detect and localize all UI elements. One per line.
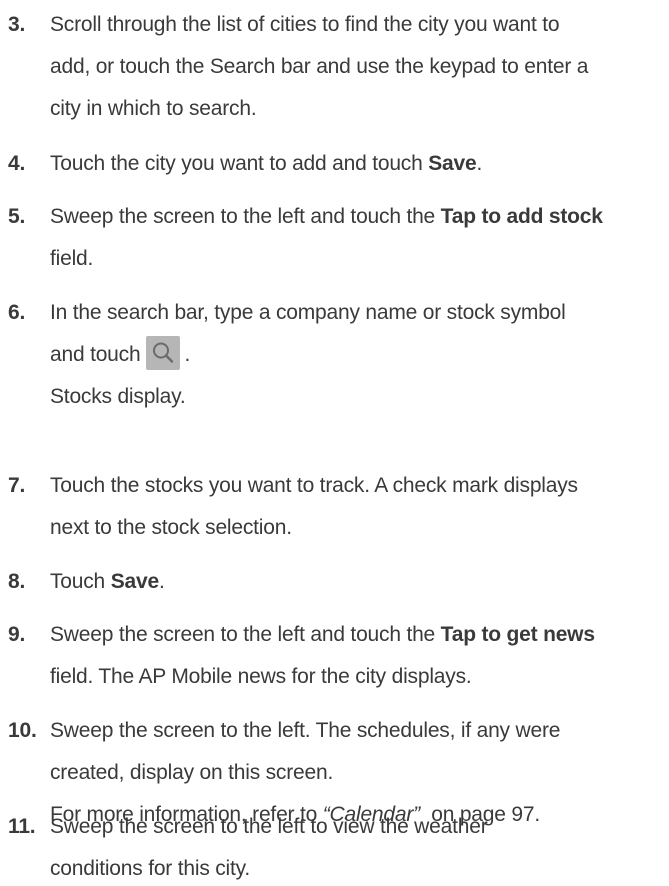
search-icon	[146, 336, 181, 371]
step-line: add, or touch the Search bar and use the…	[50, 55, 589, 78]
step-line: Sweep the screen to the left. The schedu…	[50, 719, 561, 742]
step-number: 11.	[8, 815, 36, 838]
save-label: Save	[110, 570, 159, 593]
save-label: Save	[428, 152, 477, 175]
step-line: created, display on this screen.	[50, 761, 334, 784]
step-number: 7.	[8, 474, 26, 497]
step-text: In the search bar, type a company name o…	[50, 295, 665, 414]
step-text-plain: .	[184, 343, 191, 366]
step-line: Sweep the screen to the left to view the…	[50, 815, 488, 838]
step-text: Sweep the screen to the left to view the…	[50, 809, 665, 886]
tap-to-add-stock-label: Tap to add stock	[440, 205, 603, 228]
tap-to-get-news-label: Tap to get news	[440, 623, 595, 646]
step-text-plain: .	[476, 152, 483, 175]
step-text-plain: .	[158, 570, 165, 593]
step-line: next to the stock selection.	[50, 516, 292, 539]
step-text-plain: Sweep the screen to the left and touch t…	[50, 205, 441, 228]
step-text: Touch the stocks you want to track. A ch…	[50, 468, 665, 545]
step-text: Scroll through the list of cities to fin…	[50, 7, 665, 126]
step-number: 8.	[8, 570, 26, 593]
step-text-plain: Touch	[50, 570, 111, 593]
step-number: 10.	[8, 719, 37, 742]
step-line: Touch the stocks you want to track. A ch…	[50, 474, 578, 497]
step-number: 5.	[8, 205, 26, 228]
step-text: Sweep the screen to the left and touch t…	[50, 199, 665, 276]
step-line: Scroll through the list of cities to fin…	[50, 13, 560, 36]
step-number: 4.	[8, 152, 26, 175]
step-line: conditions for this city.	[50, 857, 251, 880]
step-number: 9.	[8, 623, 26, 646]
step-line: field. The AP Mobile news for the city d…	[50, 665, 472, 688]
step-text-plain: Sweep the screen to the left and touch t…	[50, 623, 441, 646]
instructions-document: 3. Scroll through the list of cities to …	[0, 0, 669, 880]
step-text-plain: Touch the city you want to add and touch	[50, 152, 429, 175]
step-number: 6.	[8, 301, 26, 324]
step-number: 3.	[8, 13, 26, 36]
step-text: Touch the city you want to add and touch…	[50, 146, 665, 181]
step-line: Stocks display.	[50, 385, 186, 408]
step-line: city in which to search.	[50, 97, 257, 120]
step-line: field.	[50, 247, 94, 270]
step-line: In the search bar, type a company name o…	[50, 301, 566, 324]
step-text: Touch Save.	[50, 564, 665, 599]
step-text-plain: and touch	[50, 343, 141, 366]
step-text: Sweep the screen to the left and touch t…	[50, 617, 665, 694]
